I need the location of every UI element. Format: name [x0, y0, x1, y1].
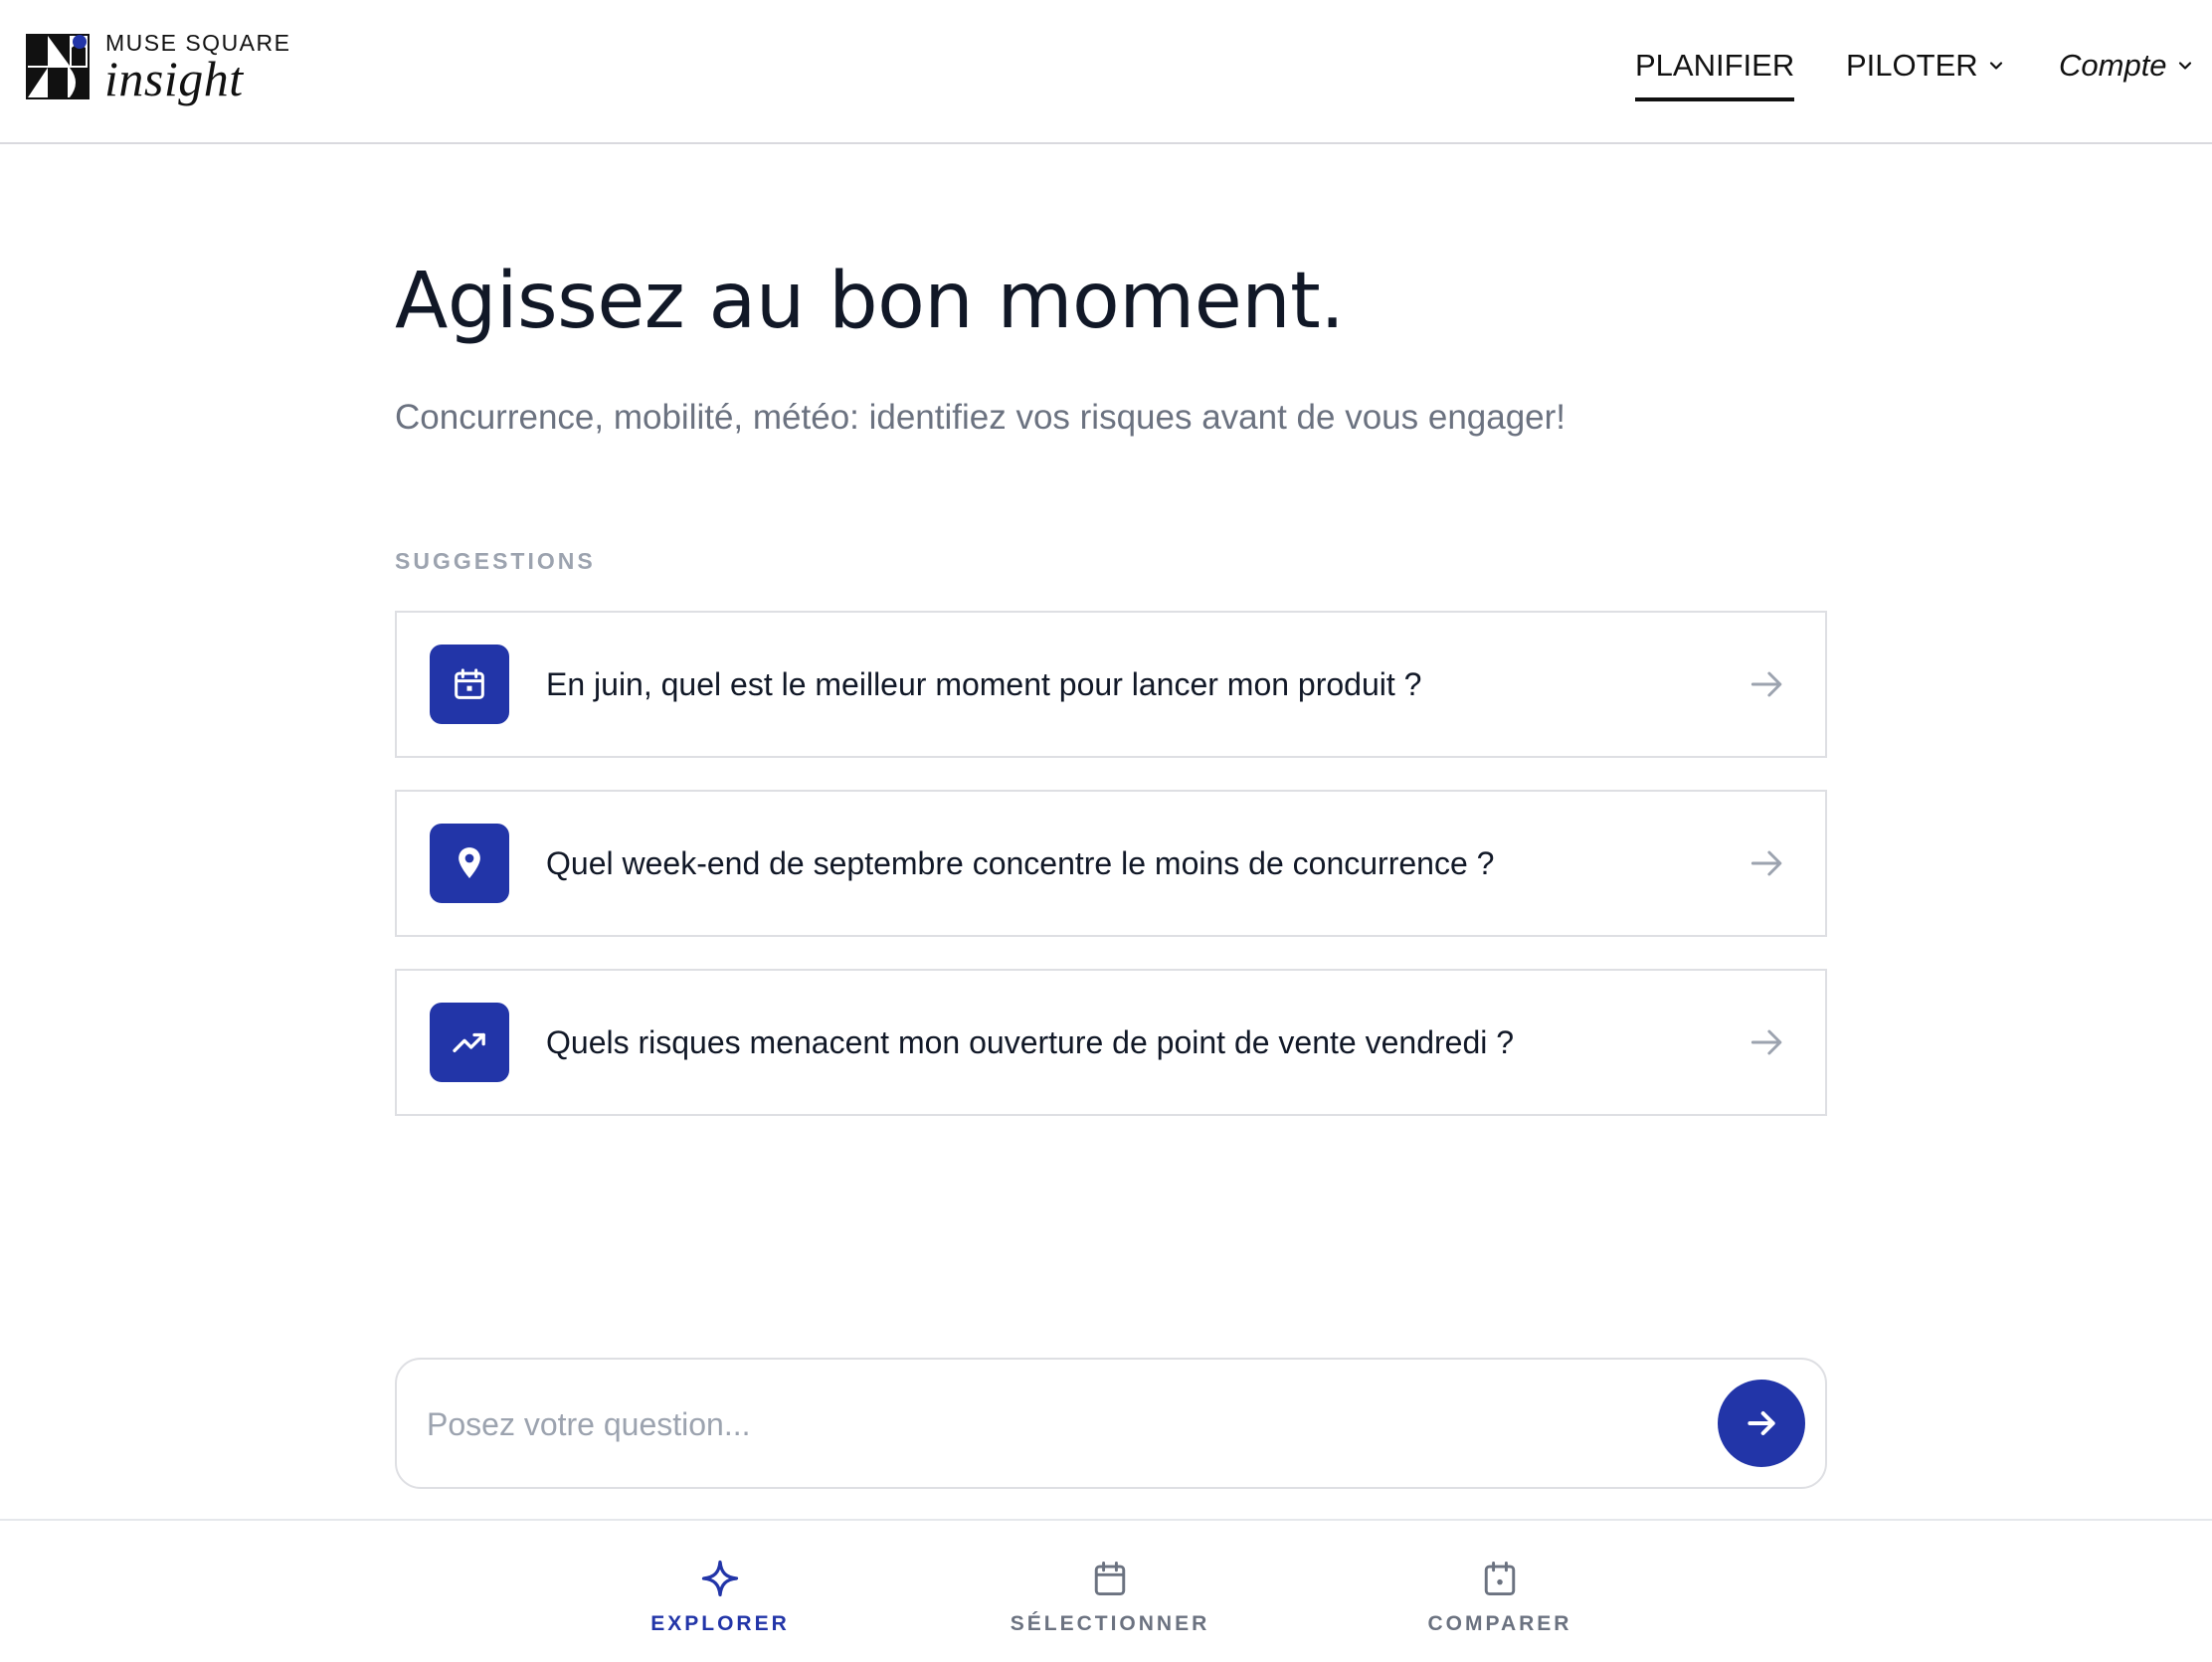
nav-piloter[interactable]: PILOTER: [1846, 46, 2004, 86]
page-title: Agissez au bon moment.: [395, 257, 1345, 346]
arrow-right-icon: [1748, 1411, 1775, 1435]
page-subtitle: Concurrence, mobilité, météo: identifiez…: [395, 398, 1567, 437]
logo-product-text: insight: [104, 51, 244, 106]
tab-explorer-label: EXPLORER: [650, 1612, 790, 1635]
suggestion-card[interactable]: Quel week-end de septembre concentre le …: [395, 790, 1827, 937]
question-box: [395, 1358, 1827, 1489]
nav-active-underline: [1635, 97, 1795, 101]
suggestion-icon-tile: [430, 645, 509, 724]
nav-piloter-label: PILOTER: [1846, 48, 1978, 83]
nav-planifier-label: PLANIFIER: [1635, 48, 1795, 83]
tab-explorer[interactable]: EXPLORER: [571, 1557, 869, 1636]
suggestion-text: Quel week-end de septembre concentre le …: [546, 844, 1495, 881]
calendar-icon: [455, 668, 484, 699]
nav-compte[interactable]: Compte: [2059, 46, 2193, 86]
tab-comparer-label: COMPARER: [1427, 1612, 1572, 1635]
map-pin-icon: [459, 847, 480, 878]
chevron-down-icon: [2178, 62, 2191, 70]
suggestion-text: Quels risques menacent mon ouverture de …: [546, 1023, 1515, 1060]
tab-selectionner-label: SÉLECTIONNER: [1010, 1612, 1210, 1635]
arrow-right-icon: [1751, 850, 1782, 876]
tab-selectionner[interactable]: SÉLECTIONNER: [961, 1557, 1259, 1636]
suggestion-card[interactable]: En juin, quel est le meilleur moment pou…: [395, 611, 1827, 758]
muse-square-logo-icon: [26, 34, 90, 99]
calendar-icon: [1094, 1561, 1126, 1596]
trending-up-icon: [453, 1032, 485, 1052]
suggestions-label: SUGGESTIONS: [395, 548, 596, 574]
suggestion-icon-tile: [430, 1003, 509, 1082]
top-header: MUSE SQUARE insight PLANIFIER PILOTER Co…: [0, 0, 2212, 144]
bottom-tab-bar: EXPLORER SÉLECTIONNER COMPARER: [0, 1519, 2212, 1662]
calendar-dot-icon: [1484, 1561, 1516, 1596]
suggestion-text: En juin, quel est le meilleur moment pou…: [546, 665, 1422, 702]
suggestion-icon-tile: [430, 824, 509, 903]
sparkle-icon: [701, 1560, 739, 1597]
chevron-down-icon: [1989, 62, 2002, 70]
tab-comparer[interactable]: COMPARER: [1351, 1557, 1649, 1636]
send-question-button[interactable]: [1718, 1380, 1805, 1467]
suggestion-card[interactable]: Quels risques menacent mon ouverture de …: [395, 969, 1827, 1116]
arrow-right-icon: [1751, 671, 1782, 697]
logo[interactable]: MUSE SQUARE insight: [26, 30, 324, 119]
app-root: MUSE SQUARE insight PLANIFIER PILOTER Co…: [0, 0, 2212, 1662]
suggestions-list: En juin, quel est le meilleur moment pou…: [395, 611, 1827, 1148]
nav-compte-label: Compte: [2059, 48, 2167, 83]
nav-planifier[interactable]: PLANIFIER: [1635, 46, 1795, 101]
arrow-right-icon: [1751, 1029, 1782, 1055]
question-input[interactable]: [427, 1389, 1660, 1459]
